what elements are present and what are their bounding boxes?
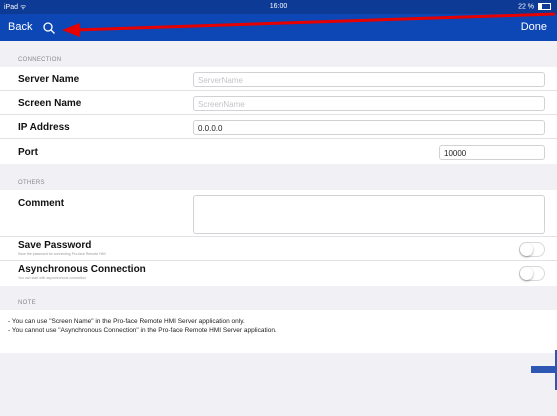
note-line: - You cannot use "Asynchronous Connectio…	[8, 327, 277, 334]
async-connection-row: Asynchronous Connection You can start wi…	[0, 261, 557, 286]
async-connection-toggle[interactable]	[519, 266, 545, 281]
clock: 16:00	[269, 3, 288, 10]
back-button[interactable]: Back	[8, 21, 32, 33]
toggle-knob	[520, 267, 533, 280]
battery-icon	[538, 3, 551, 10]
note-group: - You can use "Screen Name" in the Pro-f…	[0, 310, 557, 353]
battery-status: 22 %	[518, 3, 551, 10]
port-label: Port	[18, 147, 38, 158]
ip-address-row: IP Address 0.0.0.0	[0, 115, 557, 139]
ip-address-label: IP Address	[18, 122, 70, 133]
comment-textarea[interactable]	[193, 195, 545, 234]
comment-label: Comment	[18, 198, 65, 209]
comment-row: Comment	[0, 190, 557, 237]
status-bar: iPad ᯤ 16:00 22 %	[0, 0, 557, 14]
battery-label: 22 %	[518, 3, 535, 11]
note-section-header: NOTE	[0, 286, 557, 310]
navigation-bar: Back Done	[0, 14, 557, 41]
async-connection-description: You can start with asynchronous connecti…	[18, 276, 87, 280]
screen-name-label: Screen Name	[18, 98, 82, 109]
section-title: NOTE	[18, 300, 36, 306]
section-title: OTHERS	[18, 180, 45, 186]
toggle-knob	[520, 243, 533, 256]
ip-address-input[interactable]: 0.0.0.0	[193, 120, 545, 135]
server-name-input[interactable]: ServerName	[193, 72, 545, 87]
others-group: Comment Save Password Save the password …	[0, 190, 557, 286]
screen-name-input[interactable]: ScreenName	[193, 96, 545, 111]
save-password-description: Save the password for connecting Pro-fac…	[18, 252, 106, 256]
async-connection-label: Asynchronous Connection	[18, 264, 146, 275]
section-title: CONNECTION	[18, 57, 62, 63]
server-name-row: Server Name ServerName	[0, 67, 557, 91]
port-input[interactable]: 10000	[439, 145, 545, 160]
done-button[interactable]: Done	[521, 21, 547, 33]
save-password-label: Save Password	[18, 240, 92, 251]
others-section-header: OTHERS	[0, 164, 557, 190]
connection-section-header: CONNECTION	[0, 41, 557, 67]
annotation-marker	[531, 366, 557, 373]
connection-group: Server Name ServerName Screen Name Scree…	[0, 67, 557, 164]
save-password-toggle[interactable]	[519, 242, 545, 257]
port-row: Port 10000	[0, 139, 557, 164]
server-name-label: Server Name	[18, 74, 80, 85]
note-line: - You can use "Screen Name" in the Pro-f…	[8, 318, 245, 325]
search-icon[interactable]	[42, 21, 56, 35]
save-password-row: Save Password Save the password for conn…	[0, 237, 557, 261]
screen-name-row: Screen Name ScreenName	[0, 91, 557, 115]
